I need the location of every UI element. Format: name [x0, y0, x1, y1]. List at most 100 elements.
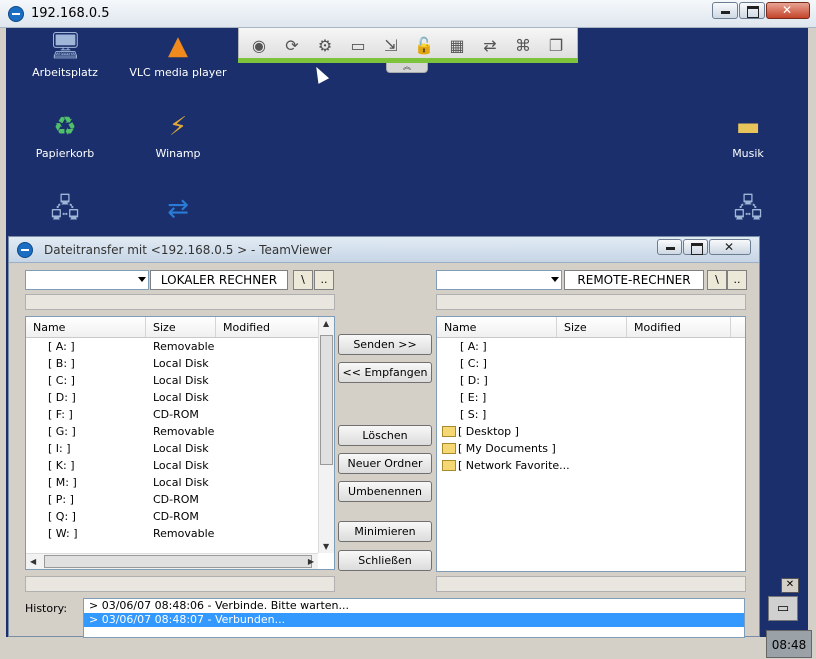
file-name: [ A: ] [48, 340, 75, 353]
remote-file-row[interactable]: [ C: ] [437, 355, 745, 372]
history-entry-selected[interactable]: > 03/06/07 08:48:07 - Verbunden... [84, 613, 744, 627]
file-name: [ E: ] [460, 391, 487, 404]
local-file-row[interactable]: [ C: ] Local Disk [26, 372, 334, 389]
column-name[interactable]: Name [26, 317, 146, 337]
close-button[interactable] [766, 2, 810, 19]
new-folder-button[interactable]: Neuer Ordner [338, 453, 432, 474]
record-icon[interactable]: ◉ [247, 33, 271, 57]
desktop-icon-network[interactable]: 🖧 [15, 193, 115, 229]
recycle-bin-icon: ♻ [53, 112, 77, 142]
chat-icon[interactable]: ▭ [346, 33, 370, 57]
lock-icon[interactable]: 🔓 [412, 33, 436, 57]
remote-file-row[interactable]: [ D: ] [437, 372, 745, 389]
file-size: CD-ROM [153, 510, 199, 523]
remote-window-titlebar: 192.168.0.5 [0, 0, 816, 28]
desktop-icon-arbeitsplatz[interactable]: 🖥 Arbeitsplatz [15, 30, 115, 79]
scroll-right-icon[interactable]: ▶ [308, 557, 314, 566]
folder-icon: ▬ [735, 112, 761, 142]
maximize-button[interactable] [683, 239, 708, 255]
remote-file-list[interactable]: Name Size Modified [ A: ] [ C: ] [ D: ] [ E… [436, 316, 746, 572]
close-transfer-button[interactable]: Schließen [338, 550, 432, 571]
local-file-row[interactable]: [ M: ] Local Disk [26, 474, 334, 491]
close-button[interactable] [709, 239, 751, 255]
remote-file-row[interactable]: [ Desktop ] [437, 423, 745, 440]
ctrl-alt-del-icon[interactable]: ⌘ [511, 33, 535, 57]
file-transfer-titlebar: Dateitransfer mit <192.168.0.5 > - TeamV… [9, 237, 759, 263]
local-file-row[interactable]: [ G: ] Removable [26, 423, 334, 440]
local-file-row[interactable]: [ P: ] CD-ROM [26, 491, 334, 508]
toolbar-collapse-button[interactable]: ︽ [386, 63, 428, 73]
history-log[interactable]: > 03/06/07 08:48:06 - Verbinde. Bitte wa… [83, 598, 745, 638]
history-entry[interactable]: > 03/06/07 08:48:06 - Verbinde. Bitte wa… [84, 599, 744, 613]
switch-icon[interactable]: ⇄ [478, 33, 502, 57]
local-file-row[interactable]: [ F: ] CD-ROM [26, 406, 334, 423]
file-transfer-icon[interactable]: ⇲ [379, 33, 403, 57]
column-modified[interactable]: Modified [216, 317, 320, 337]
local-drive-combo[interactable] [25, 270, 149, 290]
desktop-icon-teamviewer[interactable]: ⇄ [128, 193, 228, 229]
refresh-icon[interactable]: ⟳ [280, 33, 304, 57]
desktop-icon-musik[interactable]: ▬ Musik [698, 111, 798, 160]
local-horizontal-scrollbar[interactable]: ◀ ▶ [26, 553, 318, 569]
scroll-up-icon[interactable]: ▲ [323, 319, 329, 328]
local-file-row[interactable]: [ I: ] Local Disk [26, 440, 334, 457]
desktop-icon-network-right[interactable]: 🖧 [698, 193, 798, 229]
remote-root-button[interactable]: \ [707, 270, 727, 290]
maximize-button[interactable] [739, 2, 765, 19]
scroll-thumb[interactable] [320, 335, 333, 465]
scroll-thumb[interactable] [44, 555, 312, 568]
delete-button[interactable]: Löschen [338, 425, 432, 446]
window-title: 192.168.0.5 [31, 6, 110, 21]
local-file-row[interactable]: [ D: ] Local Disk [26, 389, 334, 406]
desktop-icon-winamp[interactable]: ⚡ Winamp [128, 111, 228, 160]
local-file-row[interactable]: [ W: ] Removable [26, 525, 334, 542]
folder-icon [442, 426, 456, 437]
remote-file-row[interactable]: [ S: ] [437, 406, 745, 423]
local-file-list[interactable]: Name Size Modified [ A: ] Removable [ B: ]… [25, 316, 335, 570]
file-name: [ K: ] [48, 459, 75, 472]
remote-up-button[interactable]: .. [727, 270, 747, 290]
receive-button[interactable]: << Empfangen [338, 362, 432, 383]
remote-file-row[interactable]: [ E: ] [437, 389, 745, 406]
file-name: [ C: ] [48, 374, 75, 387]
scroll-left-icon[interactable]: ◀ [30, 557, 36, 566]
file-name: [ My Documents ] [458, 442, 556, 455]
close-icon[interactable]: ✕ [781, 578, 799, 593]
file-size: Local Disk [153, 442, 209, 455]
column-size[interactable]: Size [557, 317, 627, 337]
local-up-button[interactable]: .. [314, 270, 334, 290]
file-name: [ D: ] [460, 374, 488, 387]
column-modified[interactable]: Modified [627, 317, 731, 337]
local-file-row[interactable]: [ K: ] Local Disk [26, 457, 334, 474]
local-file-row[interactable]: [ B: ] Local Disk [26, 355, 334, 372]
local-file-row[interactable]: [ Q: ] CD-ROM [26, 508, 334, 525]
local-file-row[interactable]: [ A: ] Removable [26, 338, 334, 355]
send-button[interactable]: Senden >> [338, 334, 432, 355]
minimize-transfer-button[interactable]: Minimieren [338, 521, 432, 542]
remote-drive-combo[interactable] [436, 270, 562, 290]
desktop-icon-vlc[interactable]: ▲ VLC media player [128, 30, 228, 79]
remote-file-row[interactable]: [ A: ] [437, 338, 745, 355]
minimize-button[interactable] [657, 239, 682, 255]
column-size[interactable]: Size [146, 317, 216, 337]
minimize-button[interactable] [712, 2, 738, 19]
settings-icon[interactable]: ⚙ [313, 33, 337, 57]
winamp-icon: ⚡ [168, 112, 188, 142]
remote-file-row[interactable]: [ My Documents ] [437, 440, 745, 457]
file-size: Local Disk [153, 476, 209, 489]
chat-icon[interactable]: ▭ [768, 596, 798, 621]
computer-icon: 🖥 [49, 31, 83, 61]
scroll-down-icon[interactable]: ▼ [323, 542, 329, 551]
file-size: Removable [153, 425, 215, 438]
remote-file-row[interactable]: [ Network Favorite... [437, 457, 745, 474]
local-pane-label: LOKALER RECHNER [150, 270, 288, 290]
window-icon[interactable]: ❐ [544, 33, 568, 57]
desktop-icon-papierkorb[interactable]: ♻ Papierkorb [15, 111, 115, 160]
column-name[interactable]: Name [437, 317, 557, 337]
local-vertical-scrollbar[interactable]: ▲ ▼ [318, 317, 334, 553]
rename-button[interactable]: Umbenennen [338, 481, 432, 502]
windows-icon[interactable]: ▦ [445, 33, 469, 57]
local-root-button[interactable]: \ [293, 270, 313, 290]
local-path-bar [25, 294, 335, 310]
remote-path-bar [436, 294, 746, 310]
